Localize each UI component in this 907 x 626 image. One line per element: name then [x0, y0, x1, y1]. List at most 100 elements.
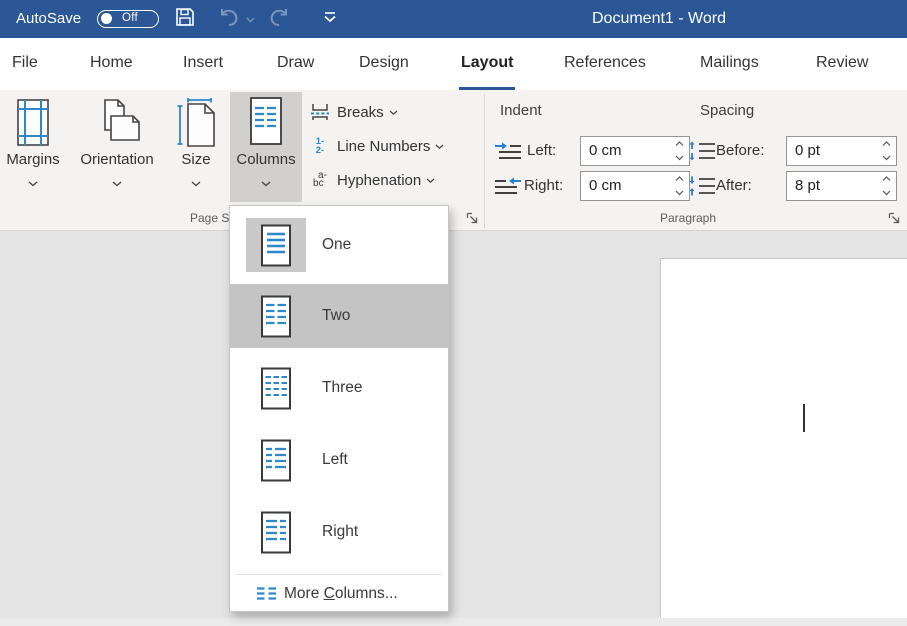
- chevron-down-icon: [389, 103, 398, 121]
- tab-design[interactable]: Design: [357, 38, 411, 90]
- autosave-label: AutoSave: [16, 0, 81, 38]
- size-label: Size: [170, 150, 222, 170]
- menu-item-more-columns[interactable]: More Columns...: [230, 578, 448, 610]
- indent-title: Indent: [500, 102, 542, 119]
- tab-review[interactable]: Review: [814, 38, 870, 90]
- word-window: AutoSave Off: [0, 0, 907, 626]
- spinner-down-icon[interactable]: [671, 186, 687, 200]
- text-cursor: [803, 404, 805, 432]
- menu-item-label: Two: [322, 284, 350, 348]
- spinner-up-icon[interactable]: [671, 172, 687, 186]
- line-numbers-button[interactable]: 1-2- Line Numbers: [309, 133, 444, 159]
- menu-item-three[interactable]: Three: [230, 356, 448, 420]
- spacing-after-icon: [688, 175, 716, 195]
- spacing-after-field[interactable]: 8 pt: [786, 171, 897, 201]
- indent-right-value: 0 cm: [589, 172, 622, 200]
- indent-left-value: 0 cm: [589, 137, 622, 165]
- customize-quick-access-button[interactable]: [317, 8, 343, 30]
- tab-file[interactable]: File: [10, 38, 40, 90]
- spinner-down-icon[interactable]: [671, 151, 687, 165]
- group-separator: [484, 94, 485, 228]
- two-columns-icon: [246, 289, 306, 343]
- columns-dropdown-menu: One Two Three Left Right: [229, 205, 449, 612]
- autosave-state: Off: [122, 11, 138, 26]
- title-bar: AutoSave Off: [0, 0, 907, 38]
- indent-right-field[interactable]: 0 cm: [580, 171, 690, 201]
- document-canvas[interactable]: [0, 231, 907, 626]
- spinner-up-icon[interactable]: [878, 172, 894, 186]
- undo-icon: [217, 6, 241, 33]
- tab-references[interactable]: References: [562, 38, 648, 90]
- ribbon-tab-row: File Home Insert Draw Design Layout Refe…: [0, 38, 907, 90]
- spinner-up-icon[interactable]: [671, 137, 687, 151]
- spinner-down-icon[interactable]: [878, 186, 894, 200]
- columns-label: Columns: [230, 150, 302, 170]
- menu-item-two[interactable]: Two: [230, 284, 448, 348]
- hyphenation-icon: a-bc: [309, 169, 331, 191]
- tab-draw[interactable]: Draw: [275, 38, 316, 90]
- indent-left-field[interactable]: 0 cm: [580, 136, 690, 166]
- menu-item-label: Left: [322, 428, 348, 492]
- spacing-before-field[interactable]: 0 pt: [786, 136, 897, 166]
- menu-item-right[interactable]: Right: [230, 500, 448, 564]
- right-column-icon: [246, 505, 306, 559]
- save-icon: [174, 6, 196, 33]
- chevron-down-icon: [435, 137, 444, 155]
- chevron-down-icon: [68, 174, 166, 192]
- window-title: Document1 - Word: [592, 0, 726, 38]
- autosave-toggle[interactable]: Off: [97, 10, 159, 28]
- tab-mailings[interactable]: Mailings: [698, 38, 761, 90]
- redo-button[interactable]: [266, 8, 292, 30]
- tab-home[interactable]: Home: [88, 38, 135, 90]
- spinner-down-icon[interactable]: [878, 151, 894, 165]
- save-button[interactable]: [172, 8, 198, 30]
- chevron-down-icon: [230, 174, 302, 192]
- spacing-title: Spacing: [700, 102, 754, 119]
- more-columns-icon: [256, 586, 277, 606]
- menu-item-left[interactable]: Left: [230, 428, 448, 492]
- hyphenation-button[interactable]: a-bc Hyphenation: [309, 167, 435, 193]
- page-setup-dialog-launcher[interactable]: [466, 212, 480, 226]
- spacing-before-icon: [688, 140, 716, 160]
- columns-icon: [230, 92, 302, 148]
- undo-dropdown-button[interactable]: [243, 8, 257, 30]
- size-button[interactable]: Size: [170, 92, 222, 202]
- line-numbers-label: Line Numbers: [337, 138, 430, 155]
- chevron-down-icon: [246, 10, 255, 28]
- menu-item-label: One: [322, 213, 351, 277]
- more-columns-label: More Columns...: [284, 578, 398, 610]
- paragraph-group-label: Paragraph: [486, 211, 890, 225]
- one-column-icon: [246, 218, 306, 272]
- tab-layout[interactable]: Layout: [459, 38, 515, 90]
- redo-icon: [267, 6, 291, 33]
- orientation-label: Orientation: [68, 150, 166, 170]
- orientation-button[interactable]: Orientation: [68, 92, 166, 202]
- margins-label: Margins: [2, 150, 64, 170]
- left-column-icon: [246, 433, 306, 487]
- toggle-knob-icon: [101, 13, 112, 24]
- margins-button[interactable]: Margins: [2, 92, 64, 202]
- breaks-icon: [309, 101, 331, 123]
- breaks-label: Breaks: [337, 104, 384, 121]
- document-bottom-strip: [0, 618, 907, 626]
- orientation-icon: [68, 92, 166, 148]
- line-numbers-icon: 1-2-: [309, 135, 331, 157]
- spacing-before-label: Before:: [716, 136, 764, 166]
- ribbon: Margins Orientation Size Columns: [0, 90, 907, 231]
- indent-left-icon: [494, 141, 522, 161]
- three-columns-icon: [246, 361, 306, 415]
- document-page[interactable]: [660, 258, 907, 618]
- undo-button[interactable]: [216, 8, 242, 30]
- paragraph-dialog-launcher[interactable]: [888, 212, 902, 226]
- chevron-down-icon: [426, 171, 435, 189]
- hyphenation-label: Hyphenation: [337, 172, 421, 189]
- margins-icon: [2, 92, 64, 148]
- menu-item-label: Three: [322, 356, 363, 420]
- breaks-button[interactable]: Breaks: [309, 99, 398, 125]
- spacing-after-spinner: [878, 172, 894, 200]
- tab-insert[interactable]: Insert: [181, 38, 225, 90]
- columns-button[interactable]: Columns: [230, 92, 302, 202]
- menu-item-one[interactable]: One: [230, 213, 448, 277]
- spinner-up-icon[interactable]: [878, 137, 894, 151]
- indent-left-spinner: [671, 137, 687, 165]
